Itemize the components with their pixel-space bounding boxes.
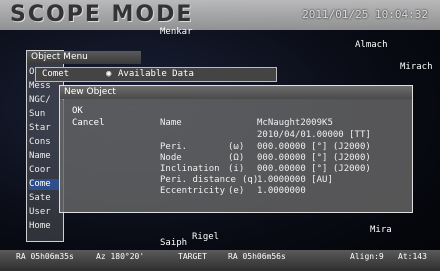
align-readout: Align:9 [350, 252, 384, 261]
comet-tab-bar: Comet ◉ Available Data [35, 67, 277, 82]
radio-icon: ◉ [106, 69, 112, 79]
name-field[interactable]: McNaught2009K5 [257, 118, 333, 128]
mode-title: SCOPE MODE [10, 2, 194, 27]
star-label-almach: Almach [355, 40, 388, 50]
object-menu-item[interactable]: Sun [29, 109, 59, 120]
target-label: TARGET [178, 252, 207, 261]
object-menu-item[interactable]: Star [29, 123, 59, 134]
star-label-rigel: Rigel [192, 232, 220, 242]
object-menu-item[interactable]: Name [29, 151, 59, 162]
star-label-menkar: Menkar [160, 27, 193, 37]
status-bar: RA 05h06m35s Az 180°20' TARGET RA 05h06m… [0, 250, 440, 271]
node-key: (Ω) [228, 153, 245, 163]
star-label-mira: Mira [370, 225, 392, 235]
node-field[interactable]: 000.00000 [°] (J2000) [257, 153, 371, 163]
object-menu-item[interactable]: Home [29, 221, 59, 232]
eccentricity-key: (e) [228, 186, 245, 196]
epoch-date-field[interactable]: 2010/04/01.00000 [TT] [257, 130, 371, 140]
peri-distance-label: Peri. distance [160, 175, 236, 185]
az-readout: Az 180°20' [96, 252, 145, 261]
new-object-dialog: New Object OK Cancel Name McNaught2009K5… [59, 85, 413, 213]
star-label-saiph: Saiph [160, 238, 188, 248]
object-menu-item[interactable]: Mess [29, 81, 59, 92]
object-menu-item[interactable]: Coor [29, 165, 59, 176]
dialog-body: OK Cancel Name McNaught2009K5 2010/04/01… [60, 100, 412, 212]
eccentricity-label: Eccentricity [160, 186, 226, 196]
ok-button[interactable]: OK [72, 106, 83, 116]
node-label: Node [160, 153, 182, 163]
object-menu-item[interactable]: Come [29, 179, 59, 190]
object-menu-item[interactable]: User [29, 207, 59, 218]
tab-available-data[interactable]: Available Data [118, 68, 194, 81]
peri-distance-key: (q) [242, 175, 259, 185]
date-time: 2011/01/25 10:04:32 [302, 8, 428, 21]
object-menu-title: Object Menu [27, 51, 141, 64]
object-menu-item[interactable]: NGC/ [29, 95, 59, 106]
star-label-mirach: Mirach [400, 62, 433, 72]
cancel-button[interactable]: Cancel [72, 118, 105, 128]
peri-label: Peri. [160, 142, 188, 152]
eccentricity-field[interactable]: 1.0000000 [257, 186, 306, 196]
ra-readout: RA 05h06m35s [16, 252, 74, 261]
at-readout: At:143 [398, 252, 427, 261]
inclination-label: Inclination [160, 164, 220, 174]
object-menu-item[interactable]: Cons [29, 137, 59, 148]
peri-key: (ω) [228, 142, 245, 152]
object-menu-item[interactable]: Sate [29, 193, 59, 204]
inclination-field[interactable]: 000.00000 [°] (J2000) [257, 164, 371, 174]
target-ra-readout: RA 05h06m56s [228, 252, 286, 261]
inclination-key: (i) [228, 164, 245, 174]
peri-distance-field[interactable]: 1.0000000 [AU] [257, 175, 333, 185]
dialog-title: New Object [60, 86, 412, 99]
header-bar: SCOPE MODE 2011/01/25 10:04:32 [0, 0, 440, 30]
name-label: Name [160, 118, 182, 128]
peri-field[interactable]: 000.00000 [°] (J2000) [257, 142, 371, 152]
tab-comet[interactable]: Comet [42, 68, 69, 81]
